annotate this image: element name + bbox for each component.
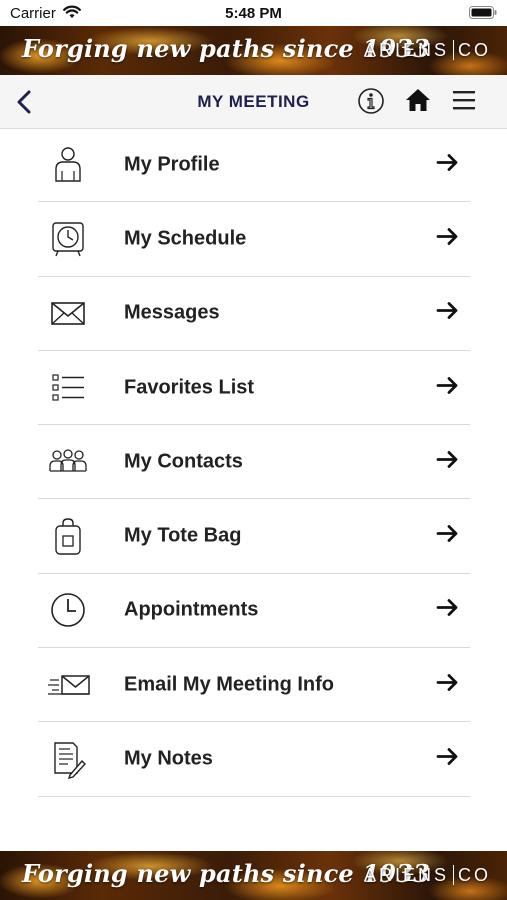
menu-item-label: Favorites List — [124, 376, 255, 399]
menu-item-label: Appointments — [124, 598, 259, 621]
arrow-right-icon — [436, 227, 460, 250]
status-bar: Carrier 5:48 PM — [0, 0, 507, 26]
my-meeting-menu: My Profile My Schedule Messages Favorite… — [38, 128, 470, 797]
menu-item-label: My Schedule — [124, 227, 247, 250]
top-banner[interactable]: Forging new paths since 1933 ARIENS CO — [0, 26, 507, 75]
menu-item-label: Messages — [124, 301, 220, 324]
arrow-right-icon — [436, 302, 460, 325]
alarm-clock-icon — [48, 219, 88, 259]
info-icon[interactable] — [357, 87, 385, 120]
hamburger-menu-icon[interactable] — [452, 89, 476, 116]
notes-icon — [48, 739, 88, 780]
bottom-banner[interactable]: Forging new paths since 1933 ARIENS CO — [0, 851, 507, 900]
arrow-right-icon — [436, 153, 460, 176]
clock-icon — [48, 590, 88, 630]
menu-item-label: Email My Meeting Info — [124, 673, 335, 696]
group-icon — [48, 442, 88, 482]
menu-item-my-contacts[interactable]: My Contacts — [38, 425, 470, 500]
send-email-icon — [48, 665, 90, 705]
arrow-right-icon — [436, 376, 460, 399]
menu-item-messages[interactable]: Messages — [38, 277, 470, 351]
menu-item-appointments[interactable]: Appointments — [38, 574, 470, 649]
arrow-right-icon — [436, 748, 460, 771]
person-icon — [48, 145, 88, 185]
menu-item-my-profile[interactable]: My Profile — [38, 128, 470, 203]
tote-bag-icon — [48, 516, 88, 556]
menu-item-my-tote-bag[interactable]: My Tote Bag — [38, 499, 470, 574]
clock-time: 5:48 PM — [225, 5, 282, 22]
menu-item-my-notes[interactable]: My Notes — [38, 722, 470, 797]
home-icon[interactable] — [404, 87, 432, 118]
menu-item-my-schedule[interactable]: My Schedule — [38, 202, 470, 277]
arrow-right-icon — [436, 525, 460, 548]
menu-item-label: My Tote Bag — [124, 524, 242, 547]
navigation-bar: MY MEETING — [0, 75, 507, 129]
menu-item-label: My Contacts — [124, 450, 243, 473]
brand-logo: ARIENS CO — [363, 865, 491, 885]
battery-icon — [469, 6, 497, 24]
menu-item-email-my-meeting-info[interactable]: Email My Meeting Info — [38, 648, 470, 723]
arrow-right-icon — [436, 673, 460, 696]
checklist-icon — [48, 368, 88, 408]
brand-logo: ARIENS CO — [363, 40, 491, 60]
menu-item-favorites-list[interactable]: Favorites List — [38, 351, 470, 426]
menu-item-label: My Notes — [124, 747, 213, 770]
envelope-icon — [48, 293, 88, 333]
menu-item-label: My Profile — [124, 153, 220, 176]
arrow-right-icon — [436, 450, 460, 473]
arrow-right-icon — [436, 599, 460, 622]
